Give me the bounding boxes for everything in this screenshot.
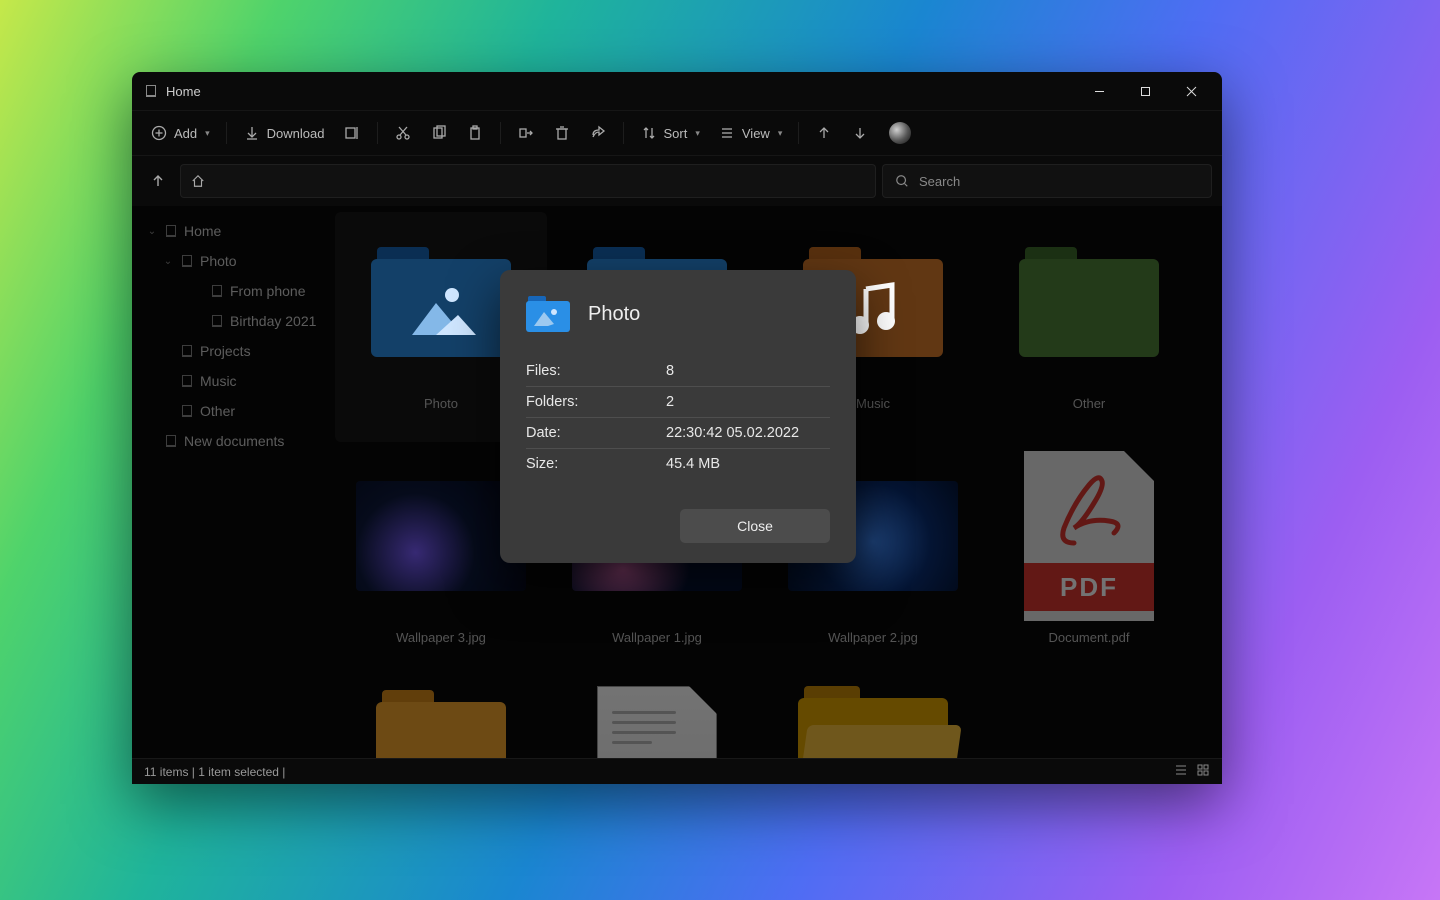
toolbar-divider [226, 122, 227, 144]
dialog-key-folders: Folders: [526, 394, 666, 410]
navigation-row: Search [132, 156, 1222, 206]
toolbar-divider [798, 122, 799, 144]
close-label: Close [737, 518, 773, 534]
dialog-folder-icon [526, 296, 570, 332]
details-view-icon[interactable] [1174, 763, 1188, 780]
maximize-button[interactable] [1122, 75, 1168, 107]
toolbar-divider [377, 122, 378, 144]
move-icon [517, 124, 535, 142]
dialog-key-size: Size: [526, 456, 666, 472]
copy-icon [430, 124, 448, 142]
nav-up-button[interactable] [142, 165, 174, 197]
scissors-icon [394, 124, 412, 142]
address-bar[interactable] [180, 164, 876, 198]
arrow-down-icon [851, 124, 869, 142]
dialog-table: Files:8 Folders:2 Date:22:30:42 05.02.20… [526, 356, 830, 479]
title-bar: Home [132, 72, 1222, 110]
toolbar-divider [623, 122, 624, 144]
delete-button[interactable] [545, 118, 579, 148]
window-title: Home [166, 84, 201, 99]
dialog-val-folders: 2 [666, 394, 674, 410]
search-input[interactable]: Search [882, 164, 1212, 198]
sort-icon [640, 124, 658, 142]
dialog-val-files: 8 [666, 363, 674, 379]
list-icon [718, 124, 736, 142]
download-arrow-button[interactable] [843, 118, 877, 148]
rename-button[interactable] [335, 118, 369, 148]
plus-circle-icon [150, 124, 168, 142]
copy-button[interactable] [422, 118, 456, 148]
arrow-up-icon [815, 124, 833, 142]
properties-dialog: Photo Files:8 Folders:2 Date:22:30:42 05… [500, 270, 856, 563]
move-button[interactable] [509, 118, 543, 148]
toolbar-divider [500, 122, 501, 144]
paste-button[interactable] [458, 118, 492, 148]
view-label: View [742, 126, 770, 141]
dialog-key-date: Date: [526, 425, 666, 441]
grid-view-icon[interactable] [1196, 763, 1210, 780]
user-avatar[interactable] [889, 122, 911, 144]
search-icon [895, 174, 909, 188]
share-button[interactable] [581, 118, 615, 148]
status-bar: 11 items | 1 item selected | [132, 758, 1222, 784]
add-button[interactable]: Add▾ [142, 118, 218, 148]
dialog-val-date: 22:30:42 05.02.2022 [666, 425, 799, 441]
toolbar: Add▾ Download Sort▾ View▾ [132, 110, 1222, 156]
close-button[interactable] [1168, 75, 1214, 107]
trash-icon [553, 124, 571, 142]
dialog-title: Photo [588, 303, 640, 326]
download-label: Download [267, 126, 325, 141]
add-label: Add [174, 126, 197, 141]
status-text: 11 items | 1 item selected | [144, 765, 285, 779]
sort-button[interactable]: Sort▾ [632, 118, 708, 148]
search-placeholder: Search [919, 174, 960, 189]
sort-label: Sort [664, 126, 688, 141]
share-icon [589, 124, 607, 142]
cut-button[interactable] [386, 118, 420, 148]
dialog-close-button[interactable]: Close [680, 509, 830, 543]
download-button[interactable]: Download [235, 118, 333, 148]
home-icon [191, 174, 205, 188]
dialog-key-files: Files: [526, 363, 666, 379]
download-icon [243, 124, 261, 142]
minimize-button[interactable] [1076, 75, 1122, 107]
view-button[interactable]: View▾ [710, 118, 790, 148]
upload-arrow-button[interactable] [807, 118, 841, 148]
clipboard-icon [466, 124, 484, 142]
tab-icon [146, 85, 156, 97]
rename-icon [343, 124, 361, 142]
dialog-val-size: 45.4 MB [666, 456, 720, 472]
